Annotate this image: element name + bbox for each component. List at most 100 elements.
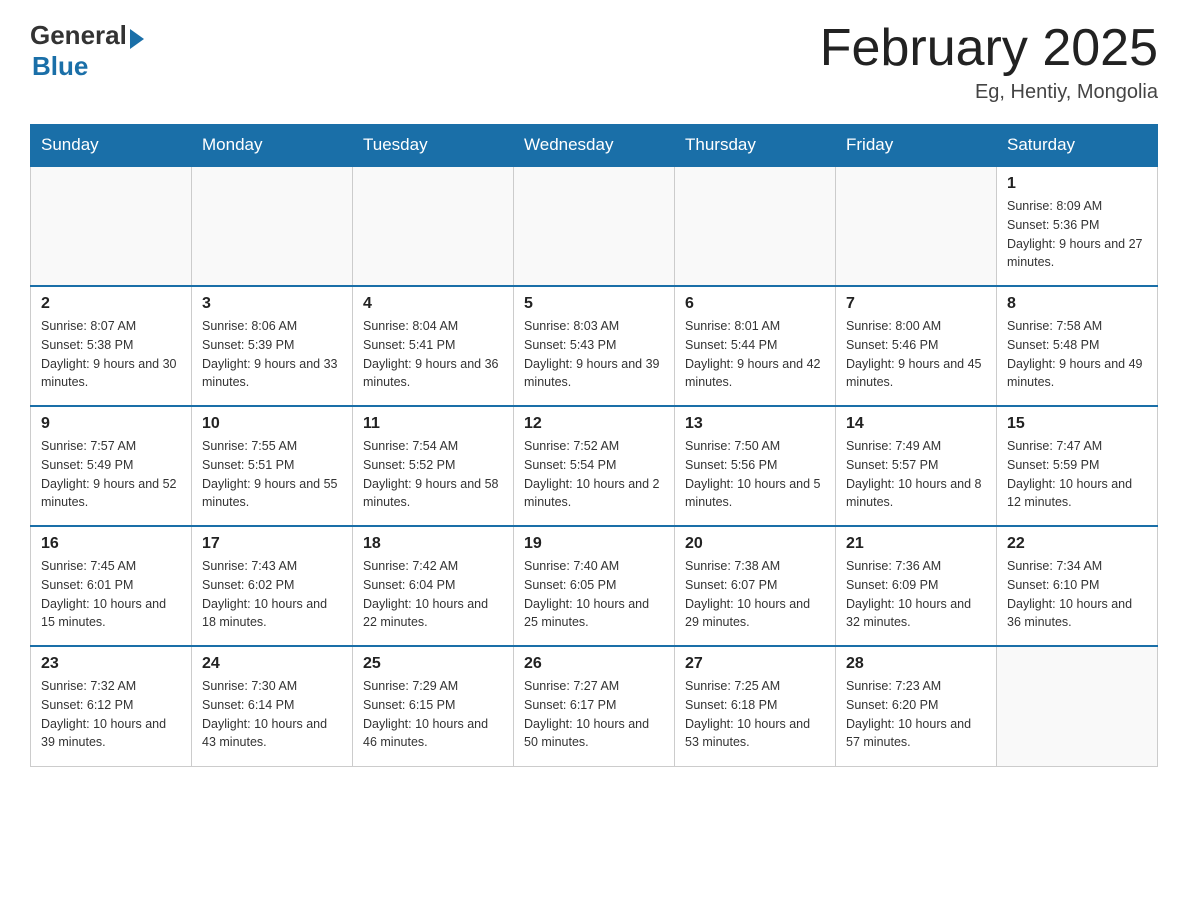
day-info: Sunrise: 8:06 AMSunset: 5:39 PMDaylight:… <box>202 317 342 392</box>
day-cell <box>675 166 836 286</box>
day-number: 24 <box>202 655 342 673</box>
day-number: 10 <box>202 415 342 433</box>
header-monday: Monday <box>192 125 353 167</box>
day-info: Sunrise: 7:29 AMSunset: 6:15 PMDaylight:… <box>363 677 503 752</box>
day-cell <box>836 166 997 286</box>
day-cell: 5 Sunrise: 8:03 AMSunset: 5:43 PMDaylight… <box>514 286 675 406</box>
day-number: 5 <box>524 295 664 313</box>
day-number: 16 <box>41 535 181 553</box>
day-cell: 14 Sunrise: 7:49 AMSunset: 5:57 PMDayligh… <box>836 406 997 526</box>
day-cell <box>353 166 514 286</box>
day-number: 3 <box>202 295 342 313</box>
day-cell: 26Sunrise: 7:27 AMSunset: 6:17 PMDayligh… <box>514 646 675 766</box>
day-number: 21 <box>846 535 986 553</box>
day-info: Sunrise: 7:43 AMSunset: 6:02 PMDaylight:… <box>202 557 342 632</box>
day-cell: 20Sunrise: 7:38 AMSunset: 6:07 PMDayligh… <box>675 526 836 646</box>
day-number: 8 <box>1007 295 1147 313</box>
day-number: 23 <box>41 655 181 673</box>
logo-triangle-icon <box>130 29 144 49</box>
header-tuesday: Tuesday <box>353 125 514 167</box>
day-number: 1 <box>1007 175 1147 193</box>
day-info: Sunrise: 7:34 AMSunset: 6:10 PMDaylight:… <box>1007 557 1147 632</box>
days-of-week-row: SundayMondayTuesdayWednesdayThursdayFrid… <box>31 125 1158 167</box>
day-number: 2 <box>41 295 181 313</box>
day-info: Sunrise: 7:23 AMSunset: 6:20 PMDaylight:… <box>846 677 986 752</box>
day-number: 18 <box>363 535 503 553</box>
day-cell: 1 Sunrise: 8:09 AMSunset: 5:36 PMDaylight… <box>997 166 1158 286</box>
day-info: Sunrise: 7:27 AMSunset: 6:17 PMDaylight:… <box>524 677 664 752</box>
day-info: Sunrise: 8:01 AMSunset: 5:44 PMDaylight:… <box>685 317 825 392</box>
day-info: Sunrise: 7:54 AMSunset: 5:52 PMDaylight:… <box>363 437 503 512</box>
day-info: Sunrise: 7:32 AMSunset: 6:12 PMDaylight:… <box>41 677 181 752</box>
logo-blue-text: Blue <box>32 51 88 81</box>
day-cell: 7Sunrise: 8:00 AMSunset: 5:46 PMDaylight… <box>836 286 997 406</box>
day-cell: 12Sunrise: 7:52 AMSunset: 5:54 PMDayligh… <box>514 406 675 526</box>
day-info: Sunrise: 8:00 AMSunset: 5:46 PMDaylight:… <box>846 317 986 392</box>
day-cell: 3 Sunrise: 8:06 AMSunset: 5:39 PMDaylight… <box>192 286 353 406</box>
day-number: 13 <box>685 415 825 433</box>
day-cell <box>31 166 192 286</box>
day-info: Sunrise: 7:42 AMSunset: 6:04 PMDaylight:… <box>363 557 503 632</box>
day-cell: 8 Sunrise: 7:58 AMSunset: 5:48 PMDaylight… <box>997 286 1158 406</box>
day-cell: 2Sunrise: 8:07 AMSunset: 5:38 PMDaylight… <box>31 286 192 406</box>
calendar-table: SundayMondayTuesdayWednesdayThursdayFrid… <box>30 124 1158 767</box>
day-number: 17 <box>202 535 342 553</box>
day-info: Sunrise: 8:03 AMSunset: 5:43 PMDaylight:… <box>524 317 664 392</box>
day-info: Sunrise: 8:09 AMSunset: 5:36 PMDaylight:… <box>1007 197 1147 272</box>
week-row-4: 16 Sunrise: 7:45 AMSunset: 6:01 PMDayligh… <box>31 526 1158 646</box>
day-info: Sunrise: 7:40 AMSunset: 6:05 PMDaylight:… <box>524 557 664 632</box>
calendar-title-block: February 2025 Eg, Hentiy, Mongolia <box>820 20 1158 104</box>
day-cell: 15 Sunrise: 7:47 AMSunset: 5:59 PMDayligh… <box>997 406 1158 526</box>
week-row-1: 1 Sunrise: 8:09 AMSunset: 5:36 PMDaylight… <box>31 166 1158 286</box>
week-row-5: 23 Sunrise: 7:32 AMSunset: 6:12 PMDayligh… <box>31 646 1158 766</box>
day-number: 27 <box>685 655 825 673</box>
page-header: General Blue February 2025 Eg, Hentiy, M… <box>30 20 1158 104</box>
day-number: 4 <box>363 295 503 313</box>
day-cell: 17 Sunrise: 7:43 AMSunset: 6:02 PMDayligh… <box>192 526 353 646</box>
day-cell: 6 Sunrise: 8:01 AMSunset: 5:44 PMDaylight… <box>675 286 836 406</box>
day-info: Sunrise: 7:47 AMSunset: 5:59 PMDaylight:… <box>1007 437 1147 512</box>
day-number: 14 <box>846 415 986 433</box>
day-info: Sunrise: 7:50 AMSunset: 5:56 PMDaylight:… <box>685 437 825 512</box>
day-cell: 4 Sunrise: 8:04 AMSunset: 5:41 PMDaylight… <box>353 286 514 406</box>
day-number: 25 <box>363 655 503 673</box>
logo-general-text: General <box>30 20 127 51</box>
day-info: Sunrise: 8:04 AMSunset: 5:41 PMDaylight:… <box>363 317 503 392</box>
location-title: Eg, Hentiy, Mongolia <box>820 81 1158 104</box>
day-cell: 23 Sunrise: 7:32 AMSunset: 6:12 PMDayligh… <box>31 646 192 766</box>
day-info: Sunrise: 7:49 AMSunset: 5:57 PMDaylight:… <box>846 437 986 512</box>
day-cell: 18 Sunrise: 7:42 AMSunset: 6:04 PMDayligh… <box>353 526 514 646</box>
day-cell: 25 Sunrise: 7:29 AMSunset: 6:15 PMDayligh… <box>353 646 514 766</box>
week-row-3: 9Sunrise: 7:57 AMSunset: 5:49 PMDaylight… <box>31 406 1158 526</box>
day-cell <box>997 646 1158 766</box>
day-number: 6 <box>685 295 825 313</box>
day-info: Sunrise: 7:25 AMSunset: 6:18 PMDaylight:… <box>685 677 825 752</box>
month-title: February 2025 <box>820 20 1158 77</box>
day-cell: 24 Sunrise: 7:30 AMSunset: 6:14 PMDayligh… <box>192 646 353 766</box>
day-info: Sunrise: 7:30 AMSunset: 6:14 PMDaylight:… <box>202 677 342 752</box>
day-number: 15 <box>1007 415 1147 433</box>
day-number: 22 <box>1007 535 1147 553</box>
day-info: Sunrise: 7:55 AMSunset: 5:51 PMDaylight:… <box>202 437 342 512</box>
day-info: Sunrise: 7:52 AMSunset: 5:54 PMDaylight:… <box>524 437 664 512</box>
day-number: 19 <box>524 535 664 553</box>
day-cell <box>192 166 353 286</box>
day-info: Sunrise: 7:45 AMSunset: 6:01 PMDaylight:… <box>41 557 181 632</box>
header-thursday: Thursday <box>675 125 836 167</box>
day-info: Sunrise: 7:57 AMSunset: 5:49 PMDaylight:… <box>41 437 181 512</box>
header-sunday: Sunday <box>31 125 192 167</box>
header-friday: Friday <box>836 125 997 167</box>
day-cell: 13 Sunrise: 7:50 AMSunset: 5:56 PMDayligh… <box>675 406 836 526</box>
day-cell: 9Sunrise: 7:57 AMSunset: 5:49 PMDaylight… <box>31 406 192 526</box>
day-cell: 27 Sunrise: 7:25 AMSunset: 6:18 PMDayligh… <box>675 646 836 766</box>
header-wednesday: Wednesday <box>514 125 675 167</box>
day-cell: 21 Sunrise: 7:36 AMSunset: 6:09 PMDayligh… <box>836 526 997 646</box>
calendar-body: 1 Sunrise: 8:09 AMSunset: 5:36 PMDaylight… <box>31 166 1158 766</box>
day-info: Sunrise: 7:58 AMSunset: 5:48 PMDaylight:… <box>1007 317 1147 392</box>
logo: General Blue <box>30 20 144 82</box>
day-number: 11 <box>363 415 503 433</box>
day-info: Sunrise: 7:36 AMSunset: 6:09 PMDaylight:… <box>846 557 986 632</box>
day-number: 28 <box>846 655 986 673</box>
calendar-header: SundayMondayTuesdayWednesdayThursdayFrid… <box>31 125 1158 167</box>
day-cell <box>514 166 675 286</box>
